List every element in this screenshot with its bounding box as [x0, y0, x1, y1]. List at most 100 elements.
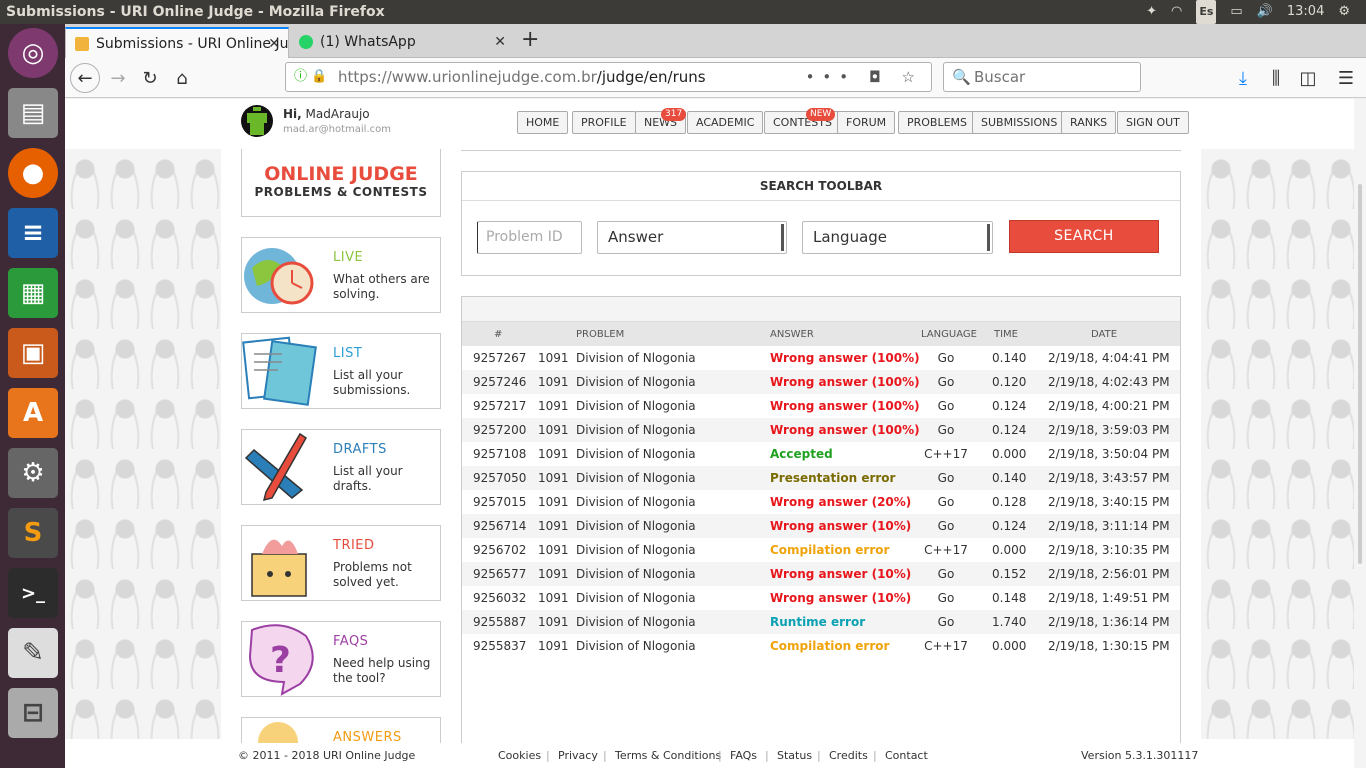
- dropbox-icon[interactable]: ✦: [1146, 0, 1157, 24]
- table-row[interactable]: 9257267 1091 Division of Nlogonia Wrong ans…: [462, 346, 1180, 370]
- disk-icon[interactable]: ⊟: [8, 688, 58, 738]
- calc-icon[interactable]: ▦: [8, 268, 58, 318]
- bookmark-star-icon[interactable]: ☆: [902, 68, 923, 86]
- submission-id[interactable]: 9257217: [473, 399, 526, 413]
- submission-id[interactable]: 9257108: [473, 447, 526, 461]
- page-actions-icon[interactable]: •••: [806, 68, 857, 86]
- footer-link-terms[interactable]: Terms & Conditions: [615, 743, 721, 768]
- table-row[interactable]: 9257200 1091 Division of Nlogonia Wrong ans…: [462, 418, 1180, 442]
- settings-gear-icon[interactable]: ⚙: [1338, 0, 1350, 24]
- card-faqs[interactable]: ? FAQS Need help using the tool?: [241, 621, 441, 697]
- problem-name[interactable]: Division of Nlogonia: [576, 495, 696, 509]
- scroll-thumb[interactable]: [1358, 184, 1362, 564]
- problem-name[interactable]: Division of Nlogonia: [576, 519, 696, 533]
- submission-id[interactable]: 9257200: [473, 423, 526, 437]
- problem-number[interactable]: 1091: [538, 399, 569, 413]
- problem-name[interactable]: Division of Nlogonia: [576, 471, 696, 485]
- avatar[interactable]: [241, 105, 273, 137]
- volume-icon[interactable]: 🔊: [1257, 0, 1273, 24]
- table-row[interactable]: 9256714 1091 Division of Nlogonia Wrong ans…: [462, 514, 1180, 538]
- menu-submissions[interactable]: SUBMISSIONS: [972, 111, 1067, 134]
- sidebar-icon[interactable]: ◫: [1293, 63, 1323, 93]
- site-logo[interactable]: ONLINE JUDGE PROBLEMS & CONTESTS: [241, 149, 441, 217]
- menu-sign-out[interactable]: SIGN OUT: [1117, 111, 1189, 134]
- card-tried[interactable]: TRIED Problems not solved yet.: [241, 525, 441, 601]
- problem-number[interactable]: 1091: [538, 375, 569, 389]
- table-row[interactable]: 9256032 1091 Division of Nlogonia Wrong ans…: [462, 586, 1180, 610]
- menu-forum[interactable]: FORUM: [837, 111, 896, 134]
- terminal-icon[interactable]: >_: [8, 568, 58, 618]
- problem-name[interactable]: Division of Nlogonia: [576, 447, 696, 461]
- submission-id[interactable]: 9257050: [473, 471, 526, 485]
- answer-status[interactable]: Wrong answer (100%): [770, 399, 920, 413]
- problem-number[interactable]: 1091: [538, 519, 569, 533]
- answer-status[interactable]: Wrong answer (20%): [770, 495, 911, 509]
- submission-id[interactable]: 9256702: [473, 543, 526, 557]
- submission-id[interactable]: 9255887: [473, 615, 526, 629]
- card-drafts[interactable]: DRAFTS List all your drafts.: [241, 429, 441, 505]
- clock[interactable]: 13:04: [1287, 0, 1324, 24]
- answer-status[interactable]: Wrong answer (10%): [770, 591, 911, 605]
- username[interactable]: MadAraujo: [306, 107, 370, 121]
- search-button[interactable]: SEARCH: [1009, 220, 1159, 253]
- battery-icon[interactable]: ▭: [1230, 0, 1242, 24]
- submission-id[interactable]: 9256714: [473, 519, 526, 533]
- reload-icon[interactable]: ↻: [135, 63, 165, 93]
- problem-name[interactable]: Division of Nlogonia: [576, 543, 696, 557]
- submission-id[interactable]: 9256032: [473, 591, 526, 605]
- problem-name[interactable]: Division of Nlogonia: [576, 591, 696, 605]
- downloads-icon[interactable]: ⤓: [1228, 63, 1258, 93]
- answer-status[interactable]: Presentation error: [770, 471, 895, 485]
- search-bar[interactable]: 🔍 Buscar: [943, 62, 1141, 92]
- home-icon[interactable]: ⌂: [167, 63, 197, 93]
- table-row[interactable]: 9256577 1091 Division of Nlogonia Wrong ans…: [462, 562, 1180, 586]
- wifi-icon[interactable]: ◠: [1171, 0, 1182, 24]
- footer-link-faqs[interactable]: FAQs: [730, 743, 757, 768]
- problem-name[interactable]: Division of Nlogonia: [576, 399, 696, 413]
- pocket-icon[interactable]: ◘: [869, 68, 889, 86]
- menu-problems[interactable]: PROBLEMS: [898, 111, 977, 134]
- table-row[interactable]: 9257015 1091 Division of Nlogonia Wrong ans…: [462, 490, 1180, 514]
- new-tab-icon[interactable]: +: [521, 27, 539, 52]
- forward-icon[interactable]: →: [103, 63, 133, 93]
- lock-icon[interactable]: ⓘ 🔒: [294, 63, 327, 91]
- table-row[interactable]: 9257217 1091 Division of Nlogonia Wrong ans…: [462, 394, 1180, 418]
- table-row[interactable]: 9257246 1091 Division of Nlogonia Wrong ans…: [462, 370, 1180, 394]
- problem-number[interactable]: 1091: [538, 447, 569, 461]
- problem-number[interactable]: 1091: [538, 567, 569, 581]
- problem-id-input[interactable]: Problem ID: [477, 221, 582, 254]
- problem-name[interactable]: Division of Nlogonia: [576, 351, 696, 365]
- menu-home[interactable]: HOME: [517, 111, 569, 134]
- impress-icon[interactable]: ▣: [8, 328, 58, 378]
- submission-id[interactable]: 9255837: [473, 639, 526, 653]
- problem-name[interactable]: Division of Nlogonia: [576, 615, 696, 629]
- footer-link-privacy[interactable]: Privacy: [558, 743, 598, 768]
- answer-status[interactable]: Wrong answer (10%): [770, 567, 911, 581]
- tab-whatsapp[interactable]: (1) WhatsApp ✕: [290, 27, 514, 58]
- answer-status[interactable]: Compilation error: [770, 543, 889, 557]
- url-bar[interactable]: ⓘ 🔒 https://www.urionlinejudge.com.br/ju…: [285, 62, 932, 92]
- system-settings-icon[interactable]: ⚙: [8, 448, 58, 498]
- writer-icon[interactable]: ≡: [8, 208, 58, 258]
- answer-status[interactable]: Wrong answer (100%): [770, 351, 920, 365]
- table-row[interactable]: 9257050 1091 Division of Nlogonia Presentat…: [462, 466, 1180, 490]
- close-tab-icon[interactable]: ✕: [494, 27, 506, 57]
- back-icon[interactable]: ←: [70, 63, 100, 93]
- problem-number[interactable]: 1091: [538, 423, 569, 437]
- answer-status[interactable]: Wrong answer (100%): [770, 375, 920, 389]
- page-scrollbar[interactable]: [1354, 99, 1366, 768]
- text-editor-icon[interactable]: ✎: [8, 628, 58, 678]
- software-center-icon[interactable]: A: [8, 388, 58, 438]
- card-live[interactable]: LIVE What others are solving.: [241, 237, 441, 313]
- table-row[interactable]: 9257108 1091 Division of Nlogonia Accepted C…: [462, 442, 1180, 466]
- table-row[interactable]: 9256702 1091 Division of Nlogonia Compilati…: [462, 538, 1180, 562]
- tab-submissions[interactable]: Submissions - URI Online Judge ✕: [65, 27, 289, 58]
- menu-ranks[interactable]: RANKS: [1061, 111, 1117, 134]
- menu-icon[interactable]: ☰: [1331, 63, 1361, 93]
- firefox-icon[interactable]: ●: [8, 148, 58, 198]
- problem-name[interactable]: Division of Nlogonia: [576, 375, 696, 389]
- footer-link-status[interactable]: Status: [777, 743, 812, 768]
- ubuntu-dash-icon[interactable]: ◎: [8, 28, 58, 78]
- problem-name[interactable]: Division of Nlogonia: [576, 639, 696, 653]
- menu-profile[interactable]: PROFILE: [572, 111, 636, 134]
